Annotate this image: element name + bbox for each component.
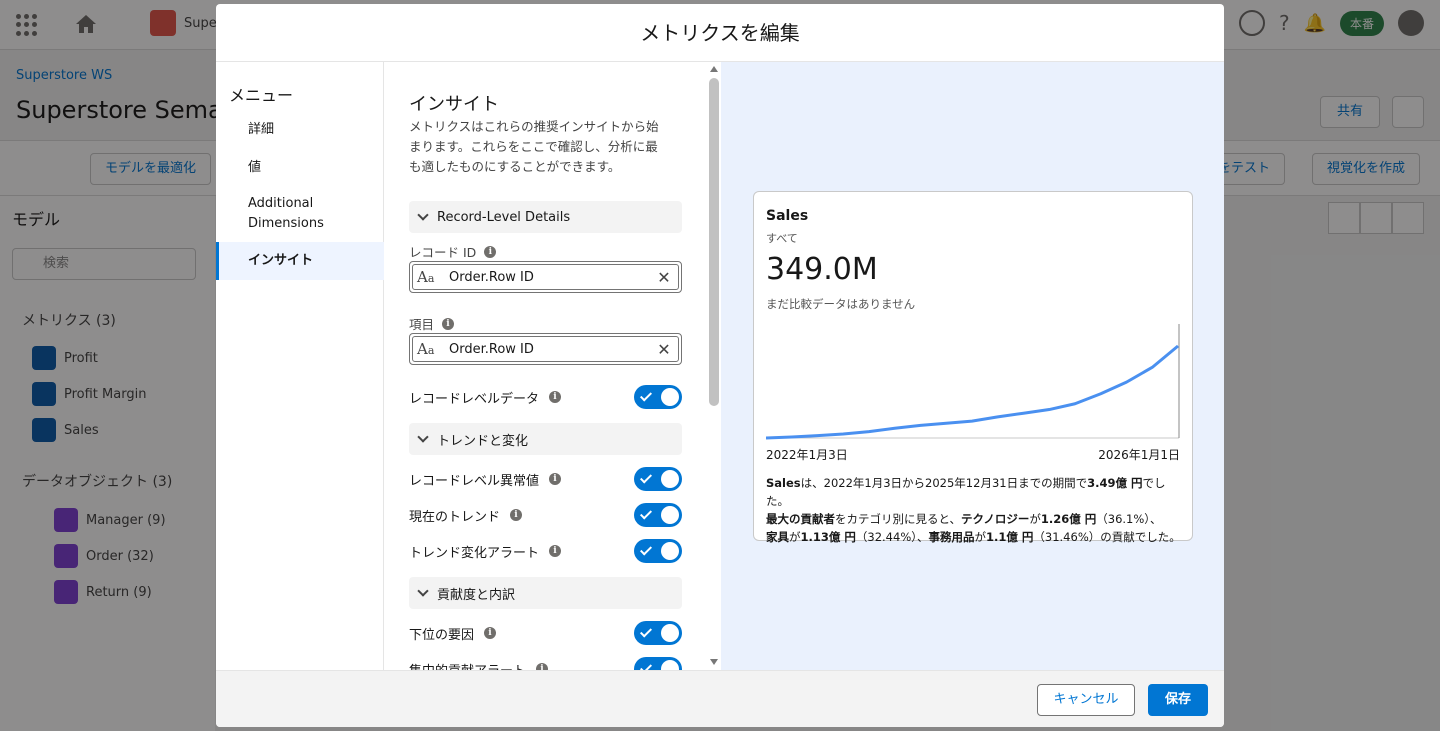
modal-title: メトリクスを編集: [216, 4, 1224, 62]
insights-description: メトリクスはこれらの推奨インサイトから始まります。これらをここで確認し、分析に最…: [409, 119, 659, 174]
scroll-up-arrow-icon[interactable]: [710, 66, 718, 72]
toggle-label: レコードレベル異常値: [409, 473, 540, 489]
insights-form: インサイト メトリクスはこれらの推奨インサイトから始まります。これらをここで確認…: [384, 62, 721, 670]
x-axis-start-label: 2022年1月3日: [766, 448, 848, 462]
trend-alert-row: トレンド変化アラート i: [409, 538, 682, 564]
scrollbar-thumb[interactable]: [709, 78, 719, 406]
menu-title: メニュー: [229, 86, 294, 105]
chevron-down-icon: [417, 209, 429, 221]
sales-series-line: [766, 344, 1179, 440]
field-label: 項目 i: [409, 314, 455, 333]
section-label: トレンドと変化: [437, 433, 529, 449]
toggle-label: レコードレベルデータ: [409, 391, 540, 407]
insight-summary: Salesは、2022年1月3日から2025年12月31日までの期間で3.49億…: [766, 476, 1181, 544]
menu-item-value[interactable]: 値: [216, 158, 384, 178]
modal-menu: メニュー 詳細 値 Additional Dimensions インサイト: [216, 62, 384, 670]
modal-body: メニュー 詳細 値 Additional Dimensions インサイト イン…: [216, 62, 1224, 670]
info-icon[interactable]: i: [510, 509, 523, 521]
record-outliers-row: レコードレベル異常値 i: [409, 466, 682, 492]
record-level-section-header[interactable]: Record-Level Details: [409, 201, 682, 233]
form-scrollbar[interactable]: [707, 62, 721, 670]
current-trend-toggle[interactable]: [634, 503, 682, 527]
record-id-label: レコード ID i: [409, 242, 497, 261]
metric-value: 349.0M: [766, 252, 878, 287]
menu-item-additional-dimensions[interactable]: Additional Dimensions: [216, 194, 366, 234]
metric-preview-card: Sales すべて 349.0M まだ比較データはありません 2022年1月3日…: [753, 191, 1193, 544]
toggle-label: 下位の要因: [409, 627, 475, 643]
info-icon[interactable]: i: [549, 545, 562, 557]
metric-filter: すべて: [766, 232, 798, 245]
info-icon[interactable]: i: [484, 245, 497, 258]
insight-preview-pane: Sales すべて 349.0M まだ比較データはありません 2022年1月3日…: [721, 62, 1224, 670]
info-icon[interactable]: i: [549, 391, 562, 403]
section-label: 貢献度と内訳: [437, 587, 516, 603]
info-icon[interactable]: i: [484, 627, 497, 639]
bottom-drivers-toggle[interactable]: [634, 621, 682, 645]
concentration-alert-toggle[interactable]: [634, 657, 682, 670]
toggle-label: 集中的貢献アラート: [409, 660, 526, 671]
record-level-data-row: レコードレベルデータ i: [409, 384, 682, 410]
menu-item-details[interactable]: 詳細: [216, 120, 384, 140]
x-axis-end-label: 2026年1月1日: [1098, 448, 1180, 462]
chevron-down-icon: [417, 585, 429, 597]
contribution-section-header[interactable]: 貢献度と内訳: [409, 577, 682, 609]
cancel-button[interactable]: キャンセル: [1037, 684, 1135, 716]
trend-section-header[interactable]: トレンドと変化: [409, 423, 682, 455]
trend-alert-toggle[interactable]: [634, 539, 682, 563]
field-label-text: 項目: [409, 317, 435, 332]
record-outliers-toggle[interactable]: [634, 467, 682, 491]
menu-item-insights[interactable]: インサイト: [216, 242, 384, 280]
text-type-icon: Aa: [417, 268, 435, 286]
clear-icon[interactable]: ✕: [650, 268, 678, 287]
chevron-down-icon: [417, 431, 429, 443]
field-field[interactable]: Aa Order.Row ID ✕: [409, 333, 682, 365]
info-icon[interactable]: i: [549, 473, 562, 485]
save-button[interactable]: 保存: [1148, 684, 1208, 716]
metric-name: Sales: [766, 208, 809, 224]
toggle-label: トレンド変化アラート: [409, 545, 540, 561]
modal-footer: キャンセル 保存: [216, 670, 1224, 727]
bottom-drivers-row: 下位の要因 i: [409, 620, 682, 646]
field-label-text: レコード ID: [409, 245, 477, 260]
section-label: Record-Level Details: [437, 209, 571, 225]
text-type-icon: Aa: [417, 340, 435, 358]
record-id-value: Order.Row ID: [449, 269, 534, 285]
info-icon[interactable]: i: [442, 317, 455, 330]
clear-icon[interactable]: ✕: [650, 340, 678, 359]
record-level-data-toggle[interactable]: [634, 385, 682, 409]
comparison-note: まだ比較データはありません: [766, 297, 916, 311]
edit-metric-modal: メトリクスを編集 メニュー 詳細 値 Additional Dimensions…: [216, 4, 1224, 727]
record-id-field[interactable]: Aa Order.Row ID ✕: [409, 261, 682, 293]
insights-title: インサイト: [409, 94, 499, 115]
sales-trend-chart: [766, 324, 1180, 440]
field-value: Order.Row ID: [449, 341, 534, 357]
toggle-label: 現在のトレンド: [409, 509, 501, 525]
concentration-alert-row: 集中的貢献アラート i: [409, 656, 682, 670]
info-icon[interactable]: i: [536, 663, 549, 670]
scroll-down-arrow-icon[interactable]: [710, 659, 718, 665]
current-trend-row: 現在のトレンド i: [409, 502, 682, 528]
